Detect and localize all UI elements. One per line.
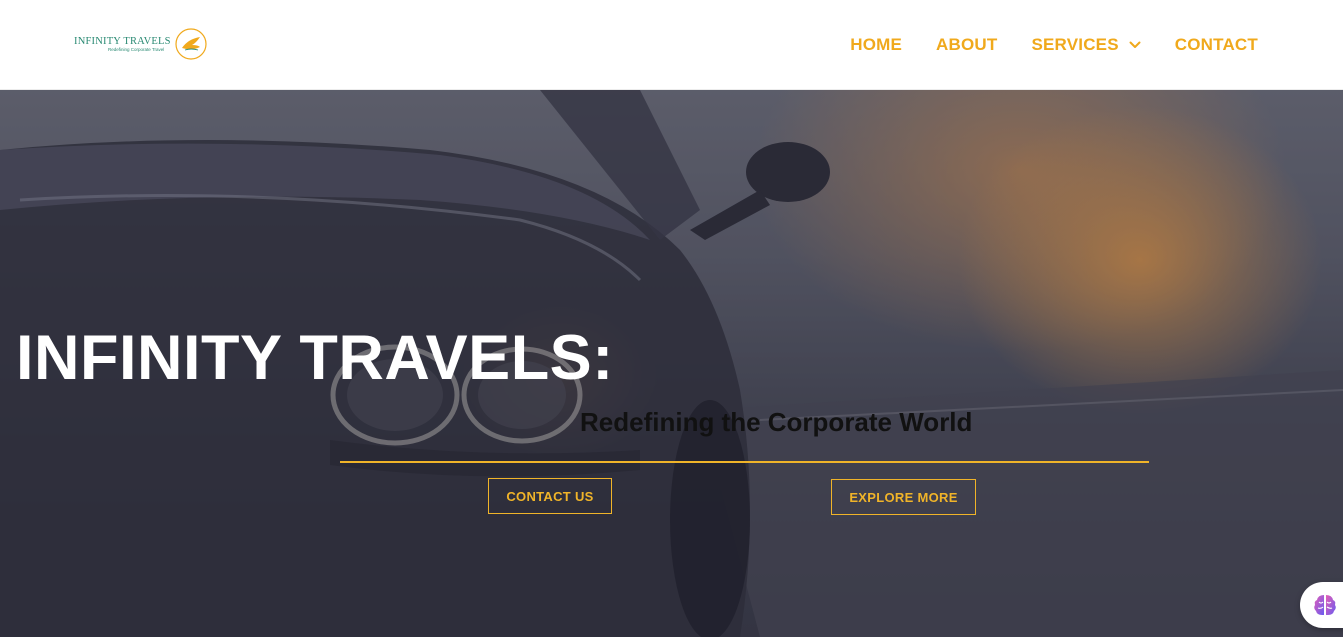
contact-us-button[interactable]: CONTACT US <box>488 478 612 514</box>
logo-tagline: Redefining Corporate Travel <box>108 46 165 52</box>
hero-divider <box>340 461 1149 463</box>
explore-more-button[interactable]: EXPLORE MORE <box>831 479 976 515</box>
nav-services-link[interactable]: SERVICES <box>1031 35 1141 55</box>
nav-home-link[interactable]: HOME <box>850 35 902 55</box>
nav-home-label: HOME <box>850 35 903 54</box>
nav-contact-link[interactable]: CONTACT <box>1175 35 1258 55</box>
logo-text: INFINITY TRAVELS Redefining Corporate Tr… <box>74 36 171 53</box>
nav-about-label: ABOUT <box>936 35 998 54</box>
site-header: INFINITY TRAVELS Redefining Corporate Tr… <box>0 0 1343 90</box>
hero-subtitle: Redefining the Corporate World <box>580 407 973 437</box>
logo-title: INFINITY TRAVELS <box>74 35 171 47</box>
nav-about-link[interactable]: ABOUT <box>936 35 997 55</box>
nav-contact-label: CONTACT <box>1174 35 1258 54</box>
site-logo[interactable]: INFINITY TRAVELS Redefining Corporate Tr… <box>74 27 208 61</box>
plane-emblem-icon <box>175 28 207 60</box>
nav-services-label: SERVICES <box>1031 35 1119 54</box>
main-nav: HOME ABOUT SERVICES CONTACT <box>850 0 1258 90</box>
assistant-badge[interactable] <box>1300 582 1343 628</box>
brain-icon <box>1314 595 1336 615</box>
chevron-down-icon[interactable] <box>1129 41 1141 49</box>
hero-section: INFINITY TRAVELS: Redefining the Corpora… <box>0 90 1343 637</box>
hero-title: INFINITY TRAVELS: <box>16 323 614 393</box>
